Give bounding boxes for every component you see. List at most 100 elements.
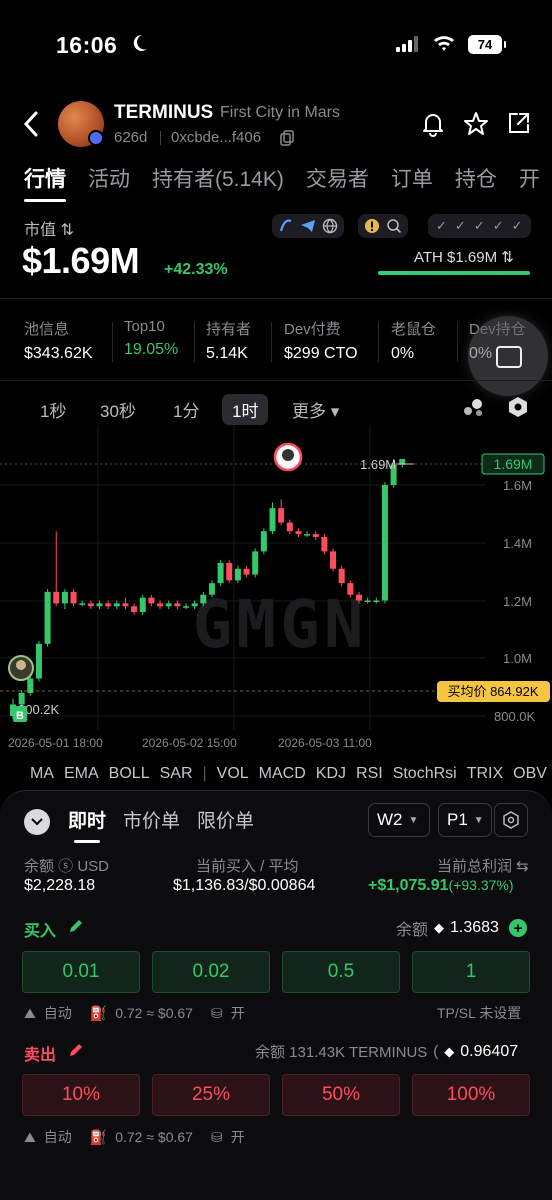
interval-30s[interactable]: 30秒: [100, 397, 136, 422]
sell-mev-toggle[interactable]: 开: [231, 1127, 245, 1147]
svg-text:B: B: [16, 710, 24, 722]
tab-activity[interactable]: 活动: [88, 163, 130, 193]
sell-gas[interactable]: 0.72 ≈ $0.67: [115, 1129, 193, 1145]
stat-value: $343.62K: [24, 345, 93, 362]
floating-wallet-button[interactable]: [468, 316, 548, 396]
tab-orders[interactable]: 订单: [391, 163, 433, 193]
indicator-kdj[interactable]: KDJ: [316, 765, 346, 783]
collapse-button[interactable]: [24, 809, 50, 835]
edit-sell-icon[interactable]: [68, 1042, 84, 1063]
tab-market-order[interactable]: 市价单: [123, 806, 180, 833]
candle-body: [157, 603, 164, 607]
token-address[interactable]: 0xcbde...f406: [171, 129, 261, 146]
candle-body: [61, 591, 68, 604]
indicator-separator: |: [202, 765, 207, 782]
stat-holders[interactable]: 持有者 5.14K: [206, 318, 251, 363]
candle-body: [304, 534, 311, 536]
sell-percent-button[interactable]: 100%: [412, 1074, 530, 1116]
edit-buy-icon[interactable]: [68, 918, 84, 939]
stat-insiders[interactable]: 老鼠仓 0%: [391, 318, 436, 363]
sell-percent-button[interactable]: 25%: [152, 1074, 270, 1116]
buy-gas[interactable]: 0.72 ≈ $0.67: [115, 1005, 193, 1021]
indicator-ma[interactable]: MA: [30, 765, 54, 783]
indicator-macd[interactable]: MACD: [259, 765, 306, 783]
indicator-rsi[interactable]: RSI: [356, 765, 383, 783]
bell-icon[interactable]: [421, 111, 445, 142]
preset-select[interactable]: P1 ▼: [438, 803, 492, 837]
dev-avatar-icon[interactable]: [273, 442, 303, 472]
buy-amount-button[interactable]: 0.5: [282, 951, 400, 993]
stat-dev-paid[interactable]: Dev付费 $299 CTO: [284, 318, 358, 363]
chart-settings-icon[interactable]: [507, 396, 529, 423]
security-checks[interactable]: ✓ ✓ ✓ ✓ ✓: [428, 214, 531, 238]
search-icon[interactable]: [386, 218, 402, 234]
drawing-tools-icon[interactable]: [462, 396, 484, 423]
indicator-boll[interactable]: BOLL: [109, 765, 150, 783]
interval-more[interactable]: 更多 ▾: [292, 397, 339, 422]
star-icon[interactable]: [463, 111, 489, 142]
copy-icon[interactable]: [280, 130, 294, 151]
tab-instant[interactable]: 即时: [68, 806, 106, 843]
market-cap-label[interactable]: 市值 ⇅: [24, 216, 74, 240]
warning-icon[interactable]: [364, 218, 380, 234]
trader-avatar-icon[interactable]: [8, 655, 34, 681]
stat-value: 5.14K: [206, 345, 248, 362]
candle-body: [174, 603, 181, 607]
wallet-select[interactable]: W2 ▼: [368, 803, 430, 837]
interval-1h[interactable]: 1时: [222, 394, 269, 425]
candle-body: [113, 603, 120, 607]
ath-label[interactable]: ATH $1.69M ⇅: [414, 248, 514, 266]
svg-text:1.69M: 1.69M: [494, 456, 533, 472]
tpsl-status[interactable]: TP/SL 未设置: [437, 1003, 521, 1023]
svg-text:买均价 864.92K: 买均价 864.92K: [447, 684, 538, 699]
buy-amount-button[interactable]: 0.02: [152, 951, 270, 993]
buy-mev-toggle[interactable]: 开: [231, 1003, 245, 1023]
balance-label[interactable]: 余额 ⓢ USD: [24, 855, 109, 876]
buy-auto-slippage[interactable]: 自动: [44, 1003, 72, 1023]
tab-market[interactable]: 行情: [24, 163, 66, 202]
price-chart[interactable]: GMGN 1.69M 800.2K B 1.6M 1.4M 1.2M 1.0M …: [0, 425, 552, 755]
buy-amount-button[interactable]: 1: [412, 951, 530, 993]
sell-amount-buttons: 10% 25% 50% 100%: [22, 1074, 530, 1116]
back-icon[interactable]: [22, 110, 40, 143]
pnl-label[interactable]: 当前总利润 ⇆: [437, 855, 529, 876]
status-time: 16:06: [56, 32, 118, 58]
tab-traders[interactable]: 交易者: [306, 163, 369, 193]
stat-pool[interactable]: 池信息 $343.62K: [24, 318, 93, 363]
stat-separator: [378, 322, 379, 362]
add-funds-icon[interactable]: +: [508, 919, 527, 937]
tab-more[interactable]: 开: [519, 163, 540, 193]
buy-amount-button[interactable]: 0.01: [22, 951, 140, 993]
candle-body: [148, 597, 155, 604]
tab-positions[interactable]: 持仓: [455, 163, 497, 193]
stat-separator: [271, 322, 272, 362]
candle-body: [131, 606, 138, 613]
sell-auto-slippage[interactable]: 自动: [44, 1127, 72, 1147]
indicator-vol[interactable]: VOL: [217, 765, 249, 783]
indicator-stochrsi[interactable]: StochRsi: [393, 765, 457, 783]
settings-button[interactable]: [494, 803, 528, 837]
candle-body: [330, 551, 337, 569]
tab-holders[interactable]: 持有者(5.14K): [152, 163, 284, 193]
stat-top10[interactable]: Top10 19.05%: [124, 318, 178, 359]
gas-icon: ⛽: [89, 1128, 108, 1145]
paren-open: (: [433, 1043, 439, 1060]
indicator-ema[interactable]: EMA: [64, 765, 99, 783]
sell-percent-button[interactable]: 10%: [22, 1074, 140, 1116]
indicator-trix[interactable]: TRIX: [467, 765, 503, 783]
stat-separator: [457, 322, 458, 362]
globe-icon[interactable]: [322, 218, 338, 234]
indicator-obv[interactable]: OBV: [513, 765, 547, 783]
stat-key: Top10: [124, 318, 165, 335]
sell-percent-button[interactable]: 50%: [282, 1074, 400, 1116]
svg-text:1.6M: 1.6M: [503, 478, 532, 493]
share-icon[interactable]: [507, 111, 531, 140]
candle-body: [269, 508, 276, 532]
interval-1s[interactable]: 1秒: [40, 397, 66, 422]
interval-1m[interactable]: 1分: [173, 397, 199, 422]
telegram-icon[interactable]: [300, 218, 316, 234]
buy-marker-icon[interactable]: B: [13, 706, 27, 722]
indicator-sar[interactable]: SAR: [160, 765, 193, 783]
pump-icon[interactable]: [278, 218, 294, 234]
tab-limit-order[interactable]: 限价单: [197, 806, 254, 833]
